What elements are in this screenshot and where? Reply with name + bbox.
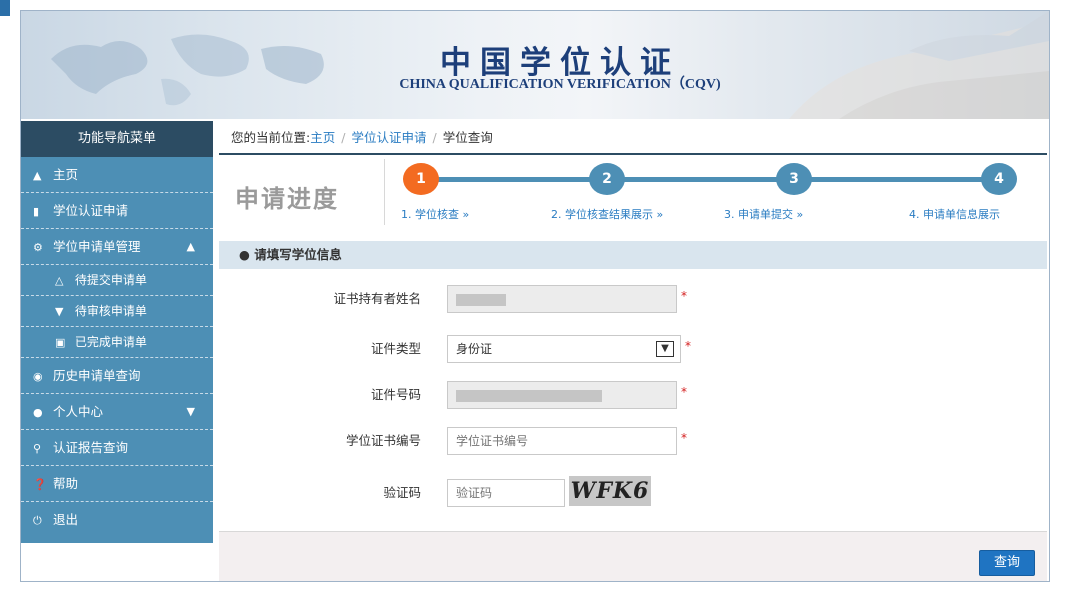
briefcase-icon: ▣ (55, 336, 66, 349)
sidebar-item-home[interactable]: ▲ 主页 (21, 157, 213, 193)
sidebar-item-label: 历史申请单查询 (52, 368, 141, 383)
user-icon: ● (239, 247, 250, 262)
captcha-input[interactable] (447, 479, 565, 507)
breadcrumb-separator: / (432, 130, 437, 145)
breadcrumb-prefix: 您的当前位置: (231, 130, 311, 145)
sidebar-item-manage[interactable]: ⚙ 学位申请单管理 ▲ (21, 229, 213, 265)
form-section-header: ● 请填写学位信息 (219, 241, 1047, 269)
sidebar-item-history[interactable]: ◉ 历史申请单查询 (21, 358, 213, 394)
query-button[interactable]: 查询 (979, 550, 1035, 576)
main-content: 您的当前位置:主页 / 学位认证申请 / 学位查询 申请进度 1 2 3 4 1. 学位… (219, 121, 1047, 581)
user-icon: ● (33, 406, 43, 419)
sidebar-item-pending-review[interactable]: ▼ 待审核申请单 (21, 296, 213, 327)
id-type-select[interactable]: 身份证 ▼ (447, 335, 681, 363)
chevron-down-icon[interactable]: ▼ (656, 341, 674, 357)
sidebar-item-label: 帮助 (52, 476, 78, 491)
progress-steps: 申请进度 1 2 3 4 1. 学位核查 » 2. 学位核查结果展示 » 3. … (219, 155, 1047, 231)
section-title: 请填写学位信息 (254, 247, 342, 262)
breadcrumb-separator: / (341, 130, 346, 145)
header-banner: 中国学位认证 CHINA QUALIFICATION VERIFICATION（… (21, 11, 1049, 119)
step-3-label: 3. 申请单提交 » (724, 208, 804, 221)
home-icon: ▲ (33, 169, 42, 182)
captcha-image[interactable]: WFK6 (569, 476, 651, 506)
sidebar-item-report[interactable]: ⚲ 认证报告查询 (21, 430, 213, 466)
required-mark: * (681, 289, 687, 303)
sidebar-item-label: 学位认证申请 (52, 203, 128, 218)
sidebar-item-pending-submit[interactable]: △ 待提交申请单 (21, 265, 213, 296)
chevron-up-icon: ▲ (186, 240, 195, 253)
sidebar-item-label: 待提交申请单 (74, 273, 147, 287)
required-mark: * (681, 385, 687, 399)
sidebar-item-profile[interactable]: ● 个人中心 ▼ (21, 394, 213, 430)
sidebar-item-label: 主页 (52, 167, 78, 182)
search-icon: ⚲ (33, 442, 42, 455)
breadcrumb-home-link[interactable]: 主页 (310, 130, 335, 145)
warning-icon: △ (55, 274, 64, 287)
sidebar-item-label: 退出 (52, 512, 78, 527)
progress-track (419, 177, 999, 182)
cert-number-input[interactable] (447, 427, 677, 455)
cert-number-row: 学位证书编号 * (219, 427, 1047, 455)
progress-title: 申请进度 (235, 185, 339, 213)
id-number-field[interactable] (447, 381, 677, 409)
gear-icon: ⚙ (33, 241, 43, 254)
form-actions: 查询 (219, 531, 1047, 581)
cert-number-label: 学位证书编号 (345, 433, 421, 448)
sidebar-nav: 功能导航菜单 ▲ 主页 ▮ 学位认证申请 ⚙ 学位申请单管理 ▲ △ 待提交申请… (21, 121, 213, 543)
divider (384, 159, 385, 225)
sidebar-item-label: 个人中心 (52, 404, 103, 419)
step-2-label: 2. 学位核查结果展示 » (551, 208, 664, 221)
captcha-row: 验证码 WFK6 (219, 476, 1047, 507)
holder-name-row: 证书持有者姓名 * (219, 285, 1047, 313)
sidebar-item-apply[interactable]: ▮ 学位认证申请 (21, 193, 213, 229)
id-number-row: 证件号码 * (219, 381, 1047, 409)
corner-mark (0, 0, 10, 16)
document-icon: ▮ (33, 205, 40, 218)
breadcrumb-apply-link[interactable]: 学位认证申请 (351, 130, 426, 145)
holder-name-field[interactable] (447, 285, 677, 313)
required-mark: * (685, 339, 691, 353)
sidebar-item-logout[interactable]: ⏻ 退出 (21, 502, 213, 538)
chevron-down-icon: ▼ (186, 405, 195, 418)
sidebar-item-label: 待审核申请单 (74, 304, 147, 318)
step-3-marker: 3 (776, 163, 812, 195)
captcha-label: 验证码 (383, 485, 421, 500)
sidebar-item-completed[interactable]: ▣ 已完成申请单 (21, 327, 213, 358)
app-frame: 中国学位认证 CHINA QUALIFICATION VERIFICATION（… (20, 10, 1050, 582)
id-type-value: 身份证 (456, 342, 493, 356)
help-icon: ❓ (33, 478, 47, 491)
cart-icon: ▼ (55, 305, 64, 318)
redacted-value (456, 293, 506, 306)
sidebar-item-label: 学位申请单管理 (52, 239, 141, 254)
id-type-row: 证件类型 身份证 ▼ * (219, 335, 1047, 363)
required-mark: * (681, 431, 687, 445)
sidebar-item-label: 已完成申请单 (74, 335, 147, 349)
breadcrumb: 您的当前位置:主页 / 学位认证申请 / 学位查询 (219, 121, 1047, 155)
step-1-label: 1. 学位核查 » (401, 208, 470, 221)
site-subtitle: CHINA QUALIFICATION VERIFICATION（CQV) (399, 77, 721, 92)
id-number-label: 证件号码 (370, 387, 421, 402)
redacted-value (456, 389, 602, 402)
step-1-marker: 1 (403, 163, 439, 195)
step-2-marker: 2 (589, 163, 625, 195)
sidebar-item-label: 认证报告查询 (52, 440, 128, 455)
degree-query-form: 证书持有者姓名 * 证件类型 身份证 ▼ * 证件号码 * 学位证书编号 学位证… (219, 269, 1047, 531)
sidebar-title: 功能导航菜单 (21, 121, 213, 157)
power-icon: ⏻ (33, 514, 42, 527)
step-4-label: 4. 申请单信息展示 (909, 208, 1000, 221)
id-type-label: 证件类型 (370, 341, 421, 356)
breadcrumb-current: 学位查询 (442, 130, 493, 145)
sidebar-item-help[interactable]: ❓ 帮助 (21, 466, 213, 502)
step-4-marker: 4 (981, 163, 1017, 195)
camera-icon: ◉ (33, 370, 43, 383)
holder-name-label: 证书持有者姓名 (333, 291, 421, 306)
